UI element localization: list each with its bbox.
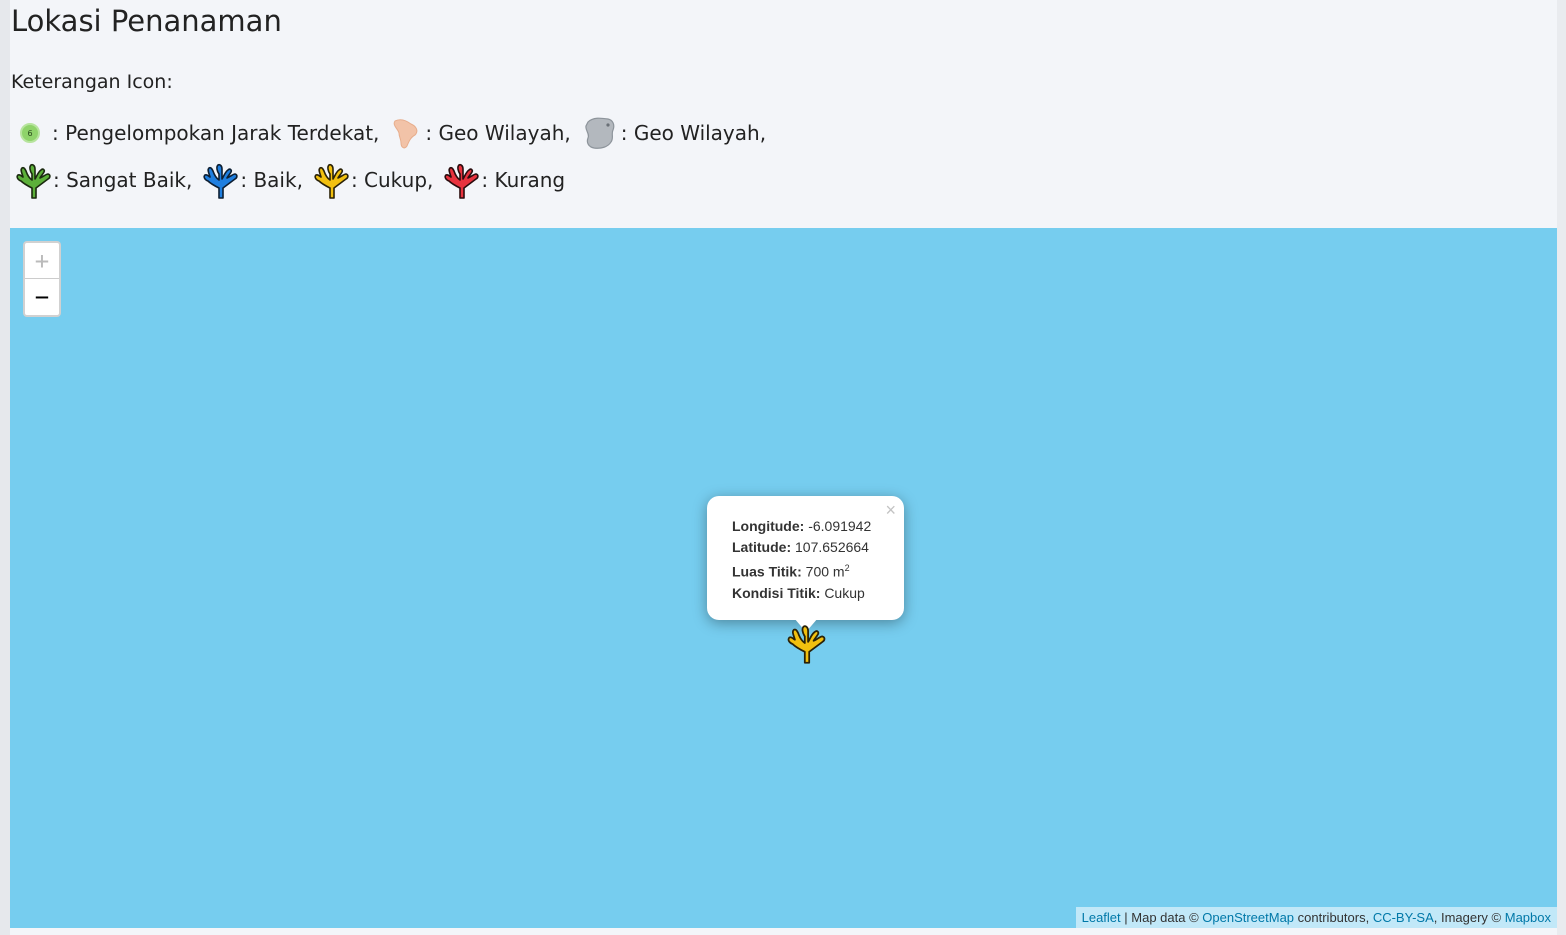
legend-row-1: 6 : Pengelompokan Jarak Terdekat, : Geo …: [15, 114, 776, 152]
popup-latitude-row: Latitude: 107.652664: [732, 537, 904, 558]
scrollbar-track[interactable]: [1557, 0, 1566, 935]
attribution-text-imagery: , Imagery ©: [1433, 910, 1505, 925]
zoom-in-button[interactable]: +: [25, 243, 59, 279]
legend-label-very-good: : Sangat Baik,: [53, 168, 193, 192]
legend-label-poor: : Kurang: [481, 168, 566, 192]
legend-row-2: : Sangat Baik, : Baik, : Cukup, : Kurang: [15, 160, 575, 200]
popup-area-unit-sup: 2: [844, 563, 850, 573]
coral-blue-icon: [203, 163, 239, 199]
legend-label-geo-1: : Geo Wilayah,: [425, 121, 571, 145]
mapbox-link[interactable]: Mapbox: [1505, 910, 1551, 925]
popup-longitude-label: Longitude:: [732, 518, 805, 534]
legend-label-good: : Baik,: [240, 168, 303, 192]
legend-item-cluster: 6 : Pengelompokan Jarak Terdekat,: [15, 121, 379, 145]
popup-latitude-value: 107.652664: [795, 539, 869, 555]
zoom-control: + −: [23, 241, 61, 317]
map-view[interactable]: + − × Longitude: -6.091942 Latitude: 107…: [10, 228, 1557, 928]
cluster-dot-icon: 6: [20, 123, 40, 143]
popup-condition-value: Cukup: [824, 584, 865, 601]
legend-item-good: : Baik,: [202, 160, 303, 200]
coral-green-icon: [16, 163, 51, 199]
zoom-out-button[interactable]: −: [25, 279, 59, 315]
marker-popup: × Longitude: -6.091942 Latitude: 107.652…: [707, 496, 904, 632]
legend-item-very-good: : Sangat Baik,: [15, 160, 192, 200]
coral-red-icon: [444, 163, 480, 199]
attribution-text-contributors: contributors,: [1294, 910, 1373, 925]
map-attribution: Leaflet | Map data © OpenStreetMap contr…: [1075, 907, 1557, 928]
popup-condition-label: Kondisi Titik:: [732, 584, 821, 601]
legend-heading: Keterangan Icon:: [11, 71, 173, 93]
legend-item-geo-1: : Geo Wilayah,: [389, 115, 571, 151]
legend-item-geo-2: : Geo Wilayah,: [581, 114, 766, 152]
legend-item-poor: : Kurang: [443, 160, 565, 200]
region-shape-peach-icon: [394, 119, 418, 149]
popup-condition-row: Kondisi Titik: Cukup: [732, 583, 904, 604]
popup-longitude-row: Longitude: -6.091942: [732, 516, 904, 537]
coral-yellow-icon: [314, 163, 349, 199]
popup-area-value: 700 m: [805, 563, 845, 580]
left-border: [0, 0, 10, 935]
legend-label-geo-2: : Geo Wilayah,: [620, 121, 767, 145]
license-link[interactable]: CC-BY-SA: [1373, 910, 1434, 925]
popup-latitude-label: Latitude:: [732, 539, 792, 555]
legend-label-fair: : Cukup,: [350, 168, 434, 192]
legend-item-fair: : Cukup,: [313, 160, 433, 200]
popup-longitude-value: -6.091942: [808, 518, 872, 534]
popup-area-label: Luas Titik:: [732, 563, 802, 580]
attribution-text-map-data: | Map data ©: [1120, 910, 1203, 925]
coral-marker-icon[interactable]: [786, 621, 828, 665]
openstreetmap-link[interactable]: OpenStreetMap: [1202, 910, 1294, 925]
page-title: Lokasi Penanaman: [11, 4, 282, 38]
popup-area-row: Luas Titik: 700 m2: [732, 558, 904, 583]
region-shape-gray-icon: [585, 117, 615, 149]
legend-label-cluster: : Pengelompokan Jarak Terdekat,: [52, 121, 380, 145]
popup-close-button[interactable]: ×: [885, 500, 896, 521]
leaflet-link[interactable]: Leaflet: [1082, 910, 1121, 925]
